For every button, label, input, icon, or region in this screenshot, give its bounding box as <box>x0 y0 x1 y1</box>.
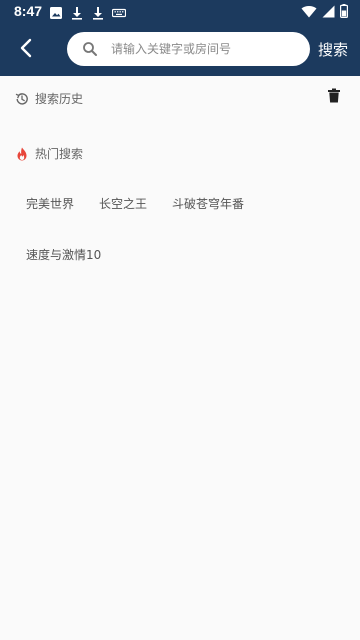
status-system-icons <box>301 3 349 22</box>
image-icon <box>49 5 63 19</box>
hot-search-title: 热门搜索 <box>35 146 84 161</box>
signal-icon <box>322 3 335 22</box>
search-history-title: 搜索历史 <box>35 91 84 106</box>
search-icon <box>82 41 98 57</box>
chevron-left-icon <box>19 38 33 62</box>
keyboard-icon <box>111 5 127 19</box>
back-button[interactable] <box>12 36 40 64</box>
wifi-icon <box>301 3 317 22</box>
search-history-header: 搜索历史 <box>15 90 83 106</box>
download-icon <box>70 5 84 20</box>
hot-search-tag[interactable]: 速度与激情10 <box>26 246 101 263</box>
hot-search-tag[interactable]: 完美世界 <box>26 195 74 212</box>
download-icon <box>91 5 105 20</box>
hot-search-tag[interactable]: 斗破苍穹年番 <box>172 195 244 212</box>
history-icon <box>15 91 29 105</box>
top-app-bar: 8:47 请输入关键字或房间号 搜索 <box>0 0 360 76</box>
hot-search-tag[interactable]: 长空之王 <box>99 195 147 212</box>
battery-icon <box>340 3 349 22</box>
search-button[interactable]: 搜索 <box>318 39 348 60</box>
search-box[interactable] <box>67 32 310 66</box>
status-time: 8:47 <box>14 3 43 19</box>
flame-icon <box>15 146 29 161</box>
status-notification-icons <box>49 5 127 20</box>
status-bar: 8:47 <box>0 0 360 24</box>
trash-icon[interactable] <box>327 88 341 104</box>
hot-search-header: 热门搜索 <box>15 145 83 161</box>
search-input[interactable] <box>111 39 301 59</box>
